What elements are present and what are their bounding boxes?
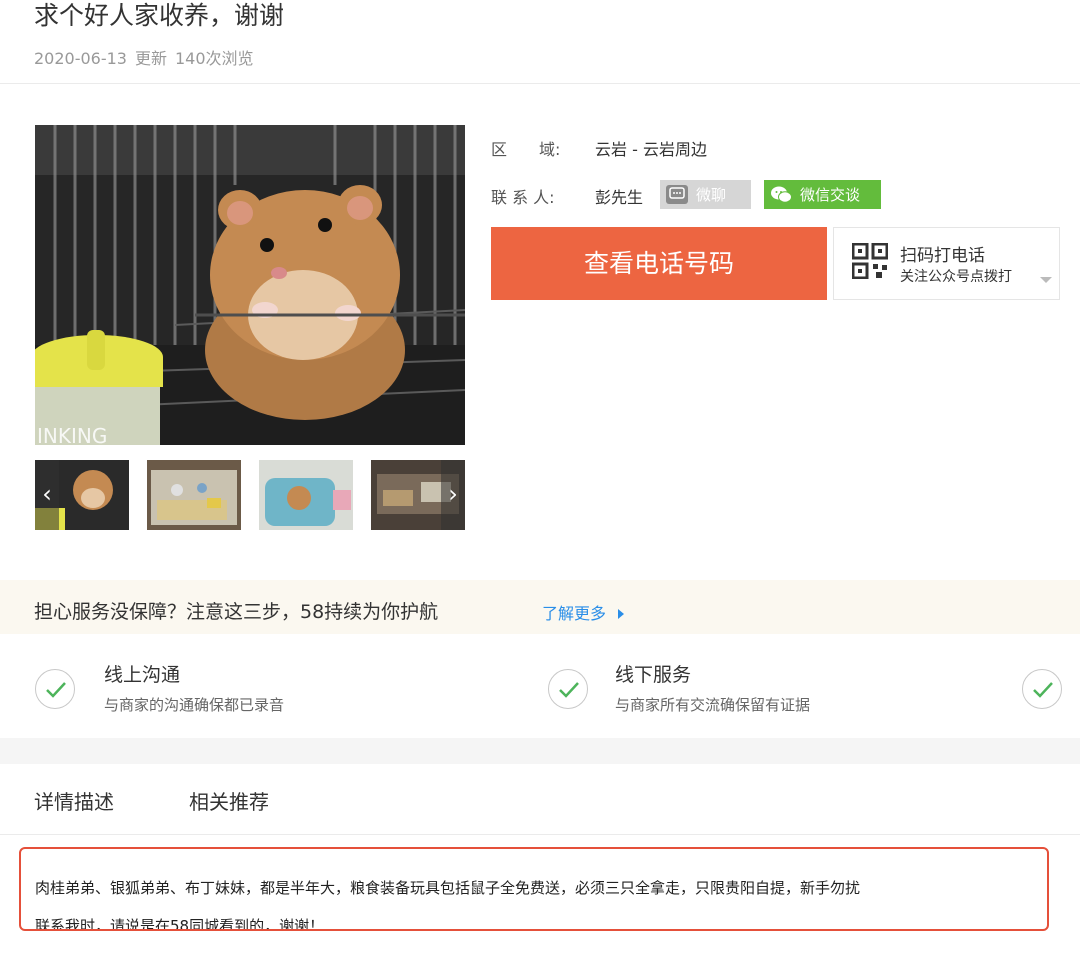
chat-bubble-icon (666, 185, 688, 204)
thumbnail-2[interactable] (147, 460, 241, 530)
service-offline-desc: 与商家所有交流确保留有证据 (615, 696, 811, 714)
qr-code-icon (851, 242, 889, 280)
check-circle-icon (35, 669, 75, 709)
contact-value: 彭先生 (595, 188, 644, 207)
wechat-icon (770, 185, 792, 204)
description-box: 肉桂弟弟、银狐弟弟、布丁妹妹，都是半年大，粮食装备玩具包括鼠子全免费送，必须三只… (19, 847, 1049, 931)
guarantee-title: 担心服务没保障？注意这三步，58持续为你护航 (34, 601, 439, 623)
main-photo[interactable]: INKING (35, 125, 465, 445)
learn-more-link[interactable]: 了解更多 (542, 600, 606, 624)
scan-to-call-box[interactable]: 扫码打电话 关注公众号点拨打 (833, 227, 1060, 300)
tab-recommendations[interactable]: 相关推荐 (189, 786, 269, 815)
caret-right-icon (618, 609, 624, 619)
listing-title: 求个好人家收养，谢谢 (34, 1, 285, 30)
tab-details[interactable]: 详情描述 (34, 786, 114, 815)
check-circle-icon (1022, 669, 1062, 709)
check-circle-icon (548, 669, 588, 709)
updated-label: 更新 (134, 49, 167, 68)
contact-label: 联 系 人: (491, 188, 555, 207)
thumbnail-3[interactable] (259, 460, 353, 530)
header-divider (0, 83, 1080, 84)
section-separator (0, 738, 1080, 764)
description-line-1: 肉桂弟弟、银狐弟弟、布丁妹妹，都是半年大，粮食装备玩具包括鼠子全免费送，必须三只… (35, 879, 861, 897)
area-label: 区 域: (491, 140, 561, 159)
view-phone-button[interactable]: 查看电话号码 (491, 227, 827, 300)
tabs-divider (0, 834, 1080, 835)
caret-down-icon (1040, 277, 1052, 283)
wechat-label: 微信交谈 (800, 186, 861, 204)
weichat-button[interactable]: 微聊 (660, 180, 751, 209)
scan-to-call-subtitle: 关注公众号点拨打 (900, 269, 1012, 285)
wechat-button[interactable]: 微信交谈 (764, 180, 881, 209)
listing-date: 2020-06-13 (34, 49, 127, 68)
hamster-photo: INKING (35, 125, 465, 445)
view-count: 140次浏览 (175, 49, 254, 68)
scan-to-call-title: 扫码打电话 (900, 246, 985, 266)
service-online-desc: 与商家的沟通确保都已录音 (104, 696, 285, 714)
listing-meta: 2020-06-13 更新 140次浏览 (34, 45, 262, 69)
service-online-title: 线上沟通 (104, 664, 181, 686)
service-offline-title: 线下服务 (615, 664, 692, 686)
svg-text:INKING: INKING (37, 424, 107, 445)
weichat-label: 微聊 (696, 186, 727, 204)
chevron-right-icon[interactable]: › (441, 460, 465, 530)
area-value: 云岩 - 云岩周边 (595, 140, 707, 159)
chevron-left-icon[interactable]: ‹ (35, 460, 59, 530)
description-line-2: 联系我时，请说是在58同城看到的，谢谢！ (35, 917, 325, 931)
